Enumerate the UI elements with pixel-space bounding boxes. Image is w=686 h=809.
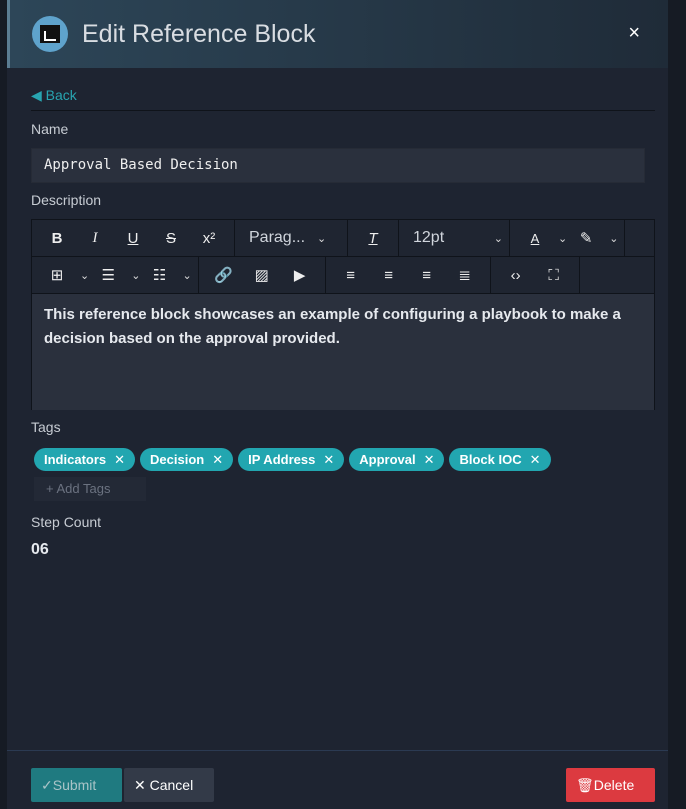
description-content[interactable]: This reference block showcases an exampl… <box>32 294 654 410</box>
tag-chip: Decision ✕ <box>140 448 234 471</box>
close-icon[interactable]: × <box>628 22 640 45</box>
image-icon[interactable]: ▨ <box>243 266 281 284</box>
source-code-icon[interactable]: ‹› <box>497 267 535 284</box>
bold-icon[interactable]: B <box>38 230 76 247</box>
numbered-list-icon[interactable]: ☷ <box>140 266 178 284</box>
remove-tag-icon[interactable]: ✕ <box>114 452 125 467</box>
remove-tag-icon[interactable]: ✕ <box>424 452 435 467</box>
chevron-down-icon: ⌄ <box>80 269 90 282</box>
table-icon[interactable]: ⊞ <box>38 266 76 284</box>
remove-tag-icon[interactable]: ✕ <box>530 452 541 467</box>
chevron-down-icon: ⌄ <box>493 232 503 245</box>
clear-format-icon[interactable]: T <box>354 230 392 247</box>
edit-panel: Edit Reference Block × ◀ Back Name Appro… <box>7 0 668 809</box>
tag-label: Indicators <box>44 452 107 467</box>
tag-label: Approval <box>359 452 416 467</box>
description-label: Description <box>31 192 102 208</box>
tag-label: IP Address <box>248 452 316 467</box>
format-value: Parag... <box>249 229 306 246</box>
trash-icon: 🗑 <box>576 777 594 793</box>
page-title: Edit Reference Block <box>82 20 316 48</box>
remove-tag-icon[interactable]: ✕ <box>323 452 334 467</box>
font-size-value: 12pt <box>413 229 445 246</box>
submit-label: Submit <box>52 777 97 793</box>
align-right-icon[interactable]: ≡ <box>408 267 446 284</box>
chevron-down-icon: ⌄ <box>317 232 327 245</box>
description-editor: B I U S x² Parag... ⌄ T 12pt ⌄ A ⌄ ✎ ⌄ ⊞ ⌄ ☰ ⌄… <box>31 219 655 410</box>
step-count-value: 06 <box>31 541 49 558</box>
underline-icon[interactable]: U <box>114 230 152 247</box>
remove-tag-icon[interactable]: ✕ <box>212 452 223 467</box>
tag-chip: IP Address ✕ <box>238 448 345 471</box>
justify-icon[interactable]: ≣ <box>446 266 484 284</box>
font-size-select[interactable]: 12pt ⌄ <box>399 220 510 256</box>
strikethrough-icon[interactable]: S <box>152 230 190 247</box>
fullscreen-icon[interactable]: ⛶ <box>535 267 573 284</box>
add-tags-input[interactable]: + Add Tags <box>34 477 146 501</box>
align-left-icon[interactable]: ≡ <box>332 267 370 284</box>
format-select[interactable]: Parag... ⌄ <box>235 220 348 256</box>
x-icon: ✕ <box>134 777 150 793</box>
name-label: Name <box>31 121 69 137</box>
reference-block-icon <box>32 16 68 52</box>
chevron-down-icon: ⌄ <box>182 269 192 282</box>
check-icon: ✓ <box>41 777 53 793</box>
highlight-icon[interactable]: ✎ <box>567 229 605 247</box>
cancel-button[interactable]: ✕ Cancel <box>124 768 214 802</box>
text-color-icon[interactable]: A <box>516 231 554 246</box>
name-input[interactable]: Approval Based Decision <box>31 148 645 183</box>
delete-label: Delete <box>593 777 635 793</box>
chevron-down-icon: ⌄ <box>558 232 568 245</box>
header: Edit Reference Block × <box>7 0 668 68</box>
divider <box>31 110 655 111</box>
align-center-icon[interactable]: ≡ <box>370 267 408 284</box>
superscript-icon[interactable]: x² <box>190 230 228 247</box>
chevron-down-icon: ⌄ <box>131 269 141 282</box>
tags-label: Tags <box>31 419 61 435</box>
step-count-label: Step Count <box>31 514 102 530</box>
cancel-label: Cancel <box>149 777 194 793</box>
back-label: Back <box>45 87 77 103</box>
submit-button[interactable]: ✓Submit <box>31 768 122 802</box>
footer-divider <box>7 750 668 751</box>
back-link[interactable]: ◀ Back <box>31 87 77 104</box>
link-icon[interactable]: 🔗 <box>205 266 243 284</box>
toolbar-row-1: B I U S x² Parag... ⌄ T 12pt ⌄ A ⌄ ✎ ⌄ <box>32 220 654 257</box>
bullet-list-icon[interactable]: ☰ <box>89 266 127 284</box>
tag-label: Block IOC <box>459 452 522 467</box>
tag-chip: Block IOC ✕ <box>449 448 551 471</box>
tag-chip: Indicators ✕ <box>34 448 136 471</box>
toolbar-row-2: ⊞ ⌄ ☰ ⌄ ☷ ⌄ 🔗 ▨ ▶ ≡ ≡ ≡ ≣ ‹› ⛶ <box>32 257 654 294</box>
tag-list: Indicators ✕ Decision ✕ IP Address ✕ Approv… <box>34 448 551 471</box>
italic-icon[interactable]: I <box>76 230 114 247</box>
chevron-down-icon: ⌄ <box>609 232 619 245</box>
media-icon[interactable]: ▶ <box>281 266 319 284</box>
tag-chip: Approval ✕ <box>349 448 445 471</box>
caret-left-icon: ◀ <box>31 87 46 103</box>
delete-button[interactable]: 🗑Delete <box>566 768 655 802</box>
tag-label: Decision <box>150 452 205 467</box>
